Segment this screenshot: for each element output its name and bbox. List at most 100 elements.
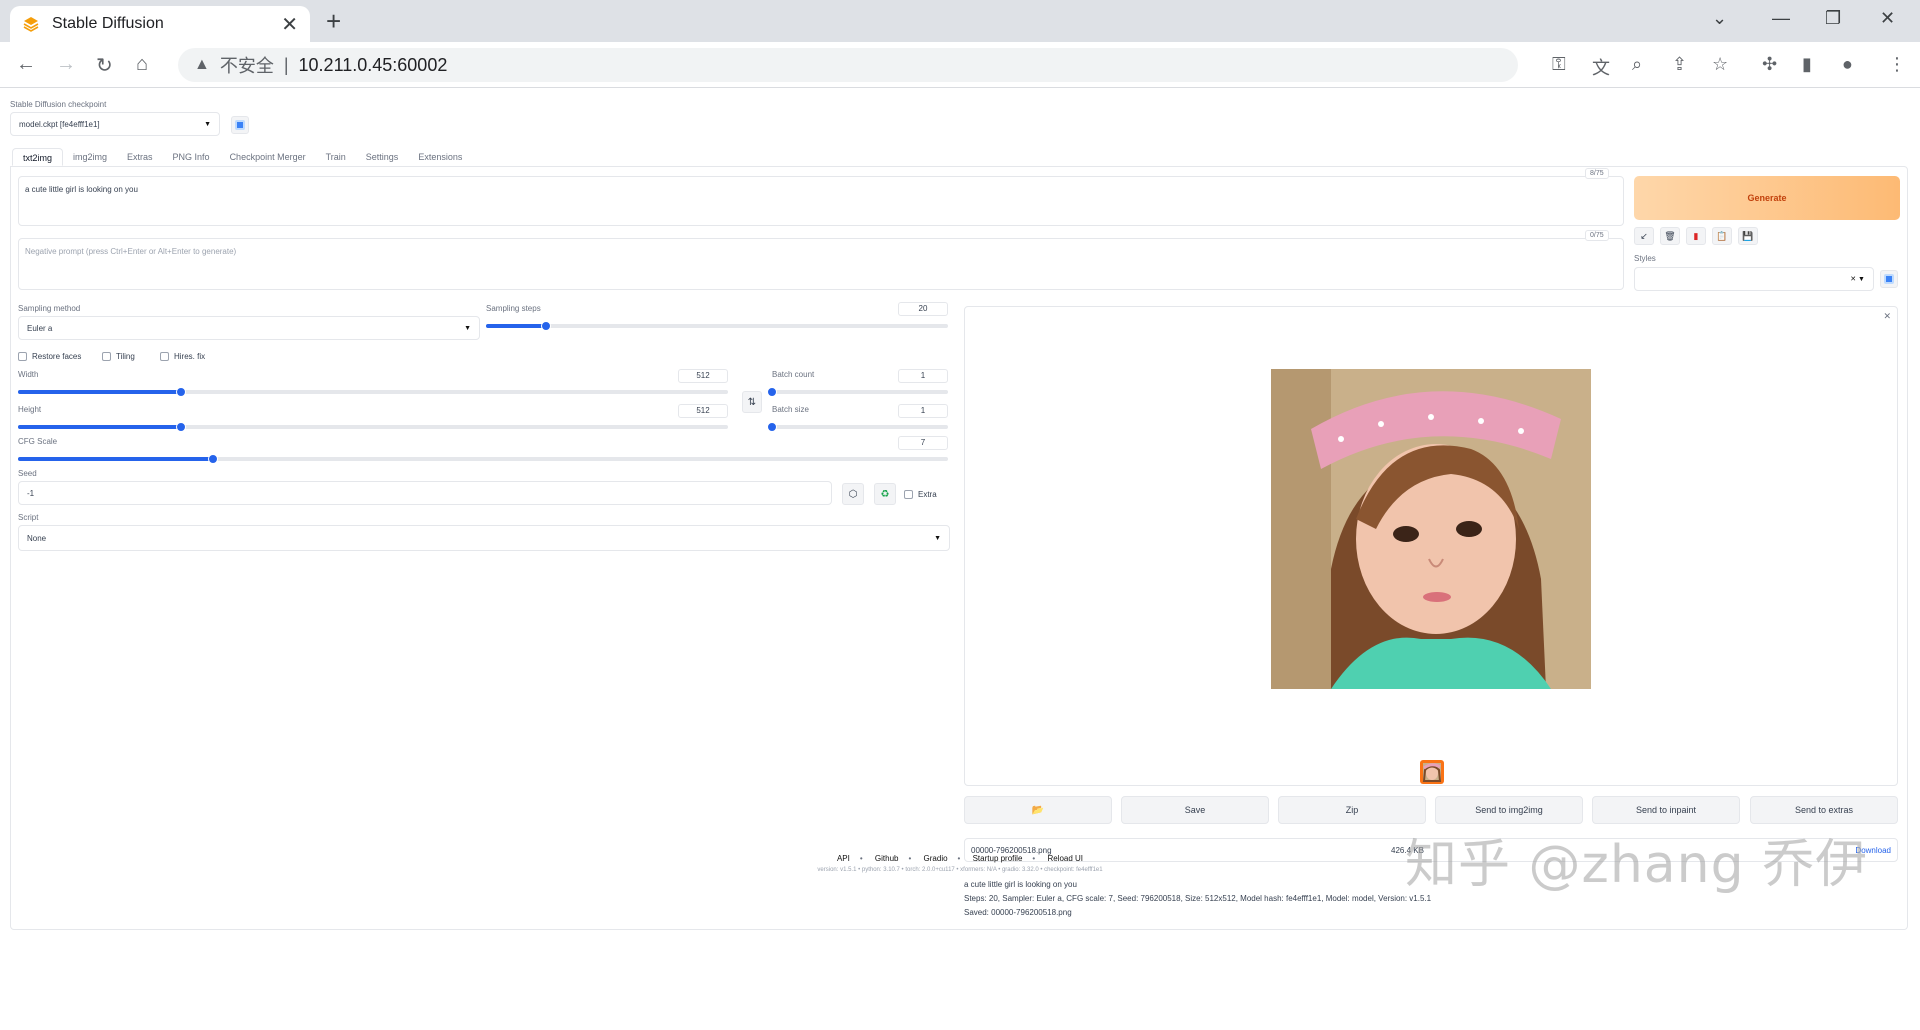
stable-diffusion-favicon-icon xyxy=(23,17,39,32)
save-style-button[interactable]: 💾 xyxy=(1738,227,1758,245)
new-tab-icon[interactable]: + xyxy=(326,8,341,34)
clear-prompt-button[interactable]: 🗑 xyxy=(1660,227,1680,245)
width-slider[interactable] xyxy=(18,387,728,397)
address-bar[interactable]: ▲ 不安全 | 10.211.0.45:60002 xyxy=(178,48,1518,82)
send-to-img2img-button[interactable]: Send to img2img xyxy=(1435,796,1583,824)
browser-toolbar: ← → ↻ ⌂ ▲ 不安全 | 10.211.0.45:60002 ⚿ 文 ⌕ … xyxy=(0,42,1920,88)
tab-extras[interactable]: Extras xyxy=(117,148,163,166)
refresh-styles-button[interactable] xyxy=(1880,270,1898,288)
read-params-button[interactable]: ↙ xyxy=(1634,227,1654,245)
batch-size-slider[interactable] xyxy=(767,422,948,432)
batch-count-input[interactable]: 1 xyxy=(898,369,948,383)
script-value: None xyxy=(27,533,47,543)
tab-extensions[interactable]: Extensions xyxy=(408,148,472,166)
apply-style-button[interactable]: 📋 xyxy=(1712,227,1732,245)
zip-button[interactable]: Zip xyxy=(1278,796,1426,824)
batch-size-label: Batch size xyxy=(772,405,809,414)
height-input[interactable]: 512 xyxy=(678,404,728,418)
random-seed-button[interactable]: ⬡ xyxy=(842,483,864,505)
menu-kebab-icon[interactable]: ⋮ xyxy=(1888,54,1906,75)
tab-img2img[interactable]: img2img xyxy=(63,148,117,166)
tiling-checkbox[interactable]: Tiling xyxy=(102,352,135,361)
home-icon[interactable]: ⌂ xyxy=(136,53,148,76)
back-icon[interactable]: ← xyxy=(16,53,36,76)
checkpoint-dropdown[interactable]: model.ckpt [fe4efff1e1] ▼ xyxy=(10,112,220,136)
reload-icon[interactable]: ↻ xyxy=(96,53,113,78)
batch-size-input[interactable]: 1 xyxy=(898,404,948,418)
hires-fix-checkbox[interactable]: Hires. fix xyxy=(160,352,205,361)
tab-train[interactable]: Train xyxy=(316,148,356,166)
restore-faces-checkbox[interactable]: Restore faces xyxy=(18,352,81,361)
minimize-icon[interactable]: — xyxy=(1772,8,1790,29)
tab-search-icon[interactable]: ⌄ xyxy=(1712,8,1727,29)
zoom-icon[interactable]: ⌕ xyxy=(1632,54,1642,75)
styles-dropdown[interactable]: ✕ ▼ xyxy=(1634,267,1874,291)
footer-link-reload-ui[interactable]: Reload UI xyxy=(1047,854,1083,863)
side-panel-icon[interactable]: ▮ xyxy=(1802,54,1812,75)
restore-icon[interactable]: ❐ xyxy=(1825,8,1841,29)
width-input[interactable]: 512 xyxy=(678,369,728,383)
footer-link-github[interactable]: Github xyxy=(875,854,899,863)
batch-count-slider[interactable] xyxy=(767,387,948,397)
save-button[interactable]: Save xyxy=(1121,796,1269,824)
share-icon[interactable]: ⇪ xyxy=(1672,54,1687,75)
extra-networks-button[interactable]: ▮ xyxy=(1686,227,1706,245)
generation-prompt: a cute little girl is looking on you xyxy=(964,880,1077,889)
batch-count-label: Batch count xyxy=(772,370,815,379)
send-to-extras-button[interactable]: Send to extras xyxy=(1750,796,1898,824)
close-tab-icon[interactable]: ✕ xyxy=(281,12,298,37)
browser-tab-title: Stable Diffusion xyxy=(52,15,164,32)
negative-prompt-textarea[interactable]: Negative prompt (press Ctrl+Enter or Alt… xyxy=(18,238,1624,290)
browser-tab[interactable]: Stable Diffusion ✕ xyxy=(10,6,310,42)
reuse-seed-button[interactable]: ♻ xyxy=(874,483,896,505)
tab-png-info[interactable]: PNG Info xyxy=(163,148,220,166)
sampling-steps-slider[interactable] xyxy=(486,321,948,331)
close-gallery-icon[interactable]: ✕ xyxy=(1883,311,1891,322)
slider-fill xyxy=(18,425,182,429)
extra-seed-checkbox[interactable]: Extra xyxy=(904,490,937,499)
footer-link-api[interactable]: API xyxy=(837,854,850,863)
sampling-method-label: Sampling method xyxy=(18,304,81,313)
sampling-method-dropdown[interactable]: Euler a ▼ xyxy=(18,316,480,340)
tab-settings[interactable]: Settings xyxy=(356,148,409,166)
seed-input[interactable]: -1 xyxy=(18,481,832,505)
close-window-icon[interactable]: ✕ xyxy=(1880,8,1895,29)
restore-faces-label: Restore faces xyxy=(32,352,82,361)
chevron-down-icon: ▼ xyxy=(204,120,211,128)
forward-icon[interactable]: → xyxy=(56,53,76,76)
script-label: Script xyxy=(18,513,39,522)
profile-avatar-icon[interactable]: ● xyxy=(1842,54,1853,75)
slider-knob[interactable] xyxy=(541,321,552,331)
refresh-checkpoint-button[interactable] xyxy=(231,116,249,134)
password-key-icon[interactable]: ⚿ xyxy=(1552,54,1566,75)
slider-knob[interactable] xyxy=(767,422,777,432)
height-slider[interactable] xyxy=(18,422,728,432)
clipboard-icon: 📋 xyxy=(1716,230,1728,241)
cfg-scale-input[interactable]: 7 xyxy=(898,436,948,450)
gallery-thumbnail[interactable] xyxy=(1420,760,1444,784)
bookmark-star-icon[interactable]: ☆ xyxy=(1712,54,1728,75)
translate-icon[interactable]: 文 xyxy=(1592,54,1610,80)
generate-button[interactable]: Generate xyxy=(1634,176,1900,220)
cfg-scale-label: CFG Scale xyxy=(18,437,58,446)
send-to-inpaint-button[interactable]: Send to inpaint xyxy=(1592,796,1740,824)
slider-knob[interactable] xyxy=(767,387,777,397)
extensions-puzzle-icon[interactable]: ✣ xyxy=(1762,54,1777,75)
slider-fill xyxy=(18,457,214,461)
footer-link-gradio[interactable]: Gradio xyxy=(924,854,948,863)
generated-image[interactable] xyxy=(1271,369,1591,689)
checkbox-box xyxy=(18,352,27,361)
tab-txt2img[interactable]: txt2img xyxy=(12,148,64,166)
prompt-textarea[interactable]: a cute little girl is looking on you xyxy=(18,176,1624,226)
sampling-steps-input[interactable]: 20 xyxy=(898,302,948,316)
refresh-icon xyxy=(1884,274,1894,284)
refresh-icon xyxy=(235,120,245,130)
footer-link-startup-profile[interactable]: Startup profile xyxy=(973,854,1023,863)
open-folder-button[interactable]: 📂 xyxy=(964,796,1112,824)
script-dropdown[interactable]: None ▼ xyxy=(18,525,950,551)
tab-checkpoint-merger[interactable]: Checkpoint Merger xyxy=(220,148,316,166)
cfg-scale-slider[interactable] xyxy=(18,454,948,464)
swap-icon: ⇅ xyxy=(747,396,757,408)
clear-chevron-icon: ✕ ▼ xyxy=(1850,276,1865,283)
swap-dimensions-button[interactable]: ⇅ xyxy=(742,391,762,413)
